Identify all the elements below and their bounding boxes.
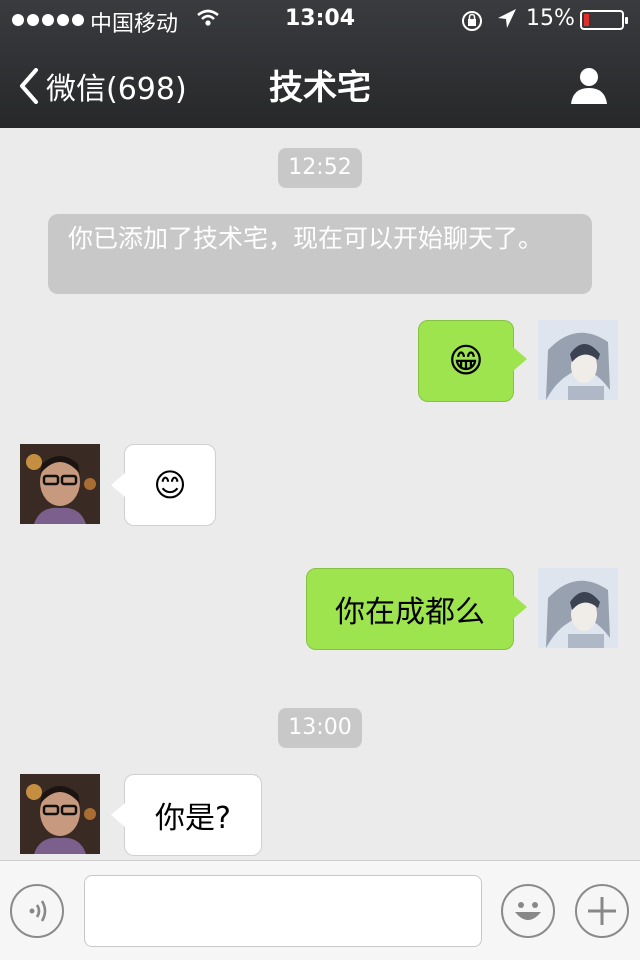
- my-avatar[interactable]: [538, 320, 618, 400]
- plus-icon: [588, 897, 616, 925]
- input-bar: [0, 860, 640, 960]
- smile-emoji-icon: 😊: [153, 466, 187, 504]
- voice-icon: [29, 900, 47, 922]
- battery-percent: 15%: [526, 6, 575, 31]
- emoji-button[interactable]: [501, 884, 555, 938]
- incoming-message-bubble[interactable]: 你是?: [111, 774, 262, 856]
- my-avatar[interactable]: [538, 568, 618, 648]
- emoji-icon: [515, 902, 541, 920]
- message-text: 你是?: [155, 801, 231, 836]
- message-input[interactable]: [84, 875, 482, 947]
- timestamp: 12:52: [278, 148, 362, 188]
- outgoing-message-bubble[interactable]: 😁: [418, 320, 527, 402]
- incoming-message-bubble[interactable]: 😊: [111, 444, 216, 526]
- add-button[interactable]: [575, 884, 629, 938]
- outgoing-message-bubble[interactable]: 你在成都么: [306, 568, 527, 650]
- top-bar: 中国移动 13:04 15% 微信(698) 技术宅: [0, 0, 640, 128]
- grin-emoji-icon: 😁: [448, 341, 484, 381]
- profile-button[interactable]: [568, 64, 610, 110]
- contact-avatar[interactable]: [20, 444, 100, 524]
- timestamp: 13:00: [278, 708, 362, 748]
- rotation-lock-icon: [460, 9, 484, 39]
- voice-button[interactable]: [10, 884, 64, 938]
- system-message: 你已添加了技术宅，现在可以开始聊天了。: [48, 214, 592, 294]
- contact-avatar[interactable]: [20, 774, 100, 854]
- location-arrow-icon: [496, 7, 518, 37]
- person-icon: [571, 68, 607, 104]
- battery-icon: [580, 10, 628, 30]
- nav-bar: 微信(698) 技术宅: [0, 40, 640, 128]
- status-bar: 中国移动 13:04 15%: [0, 0, 640, 40]
- message-text: 你在成都么: [335, 595, 485, 630]
- page-title: 技术宅: [269, 68, 371, 108]
